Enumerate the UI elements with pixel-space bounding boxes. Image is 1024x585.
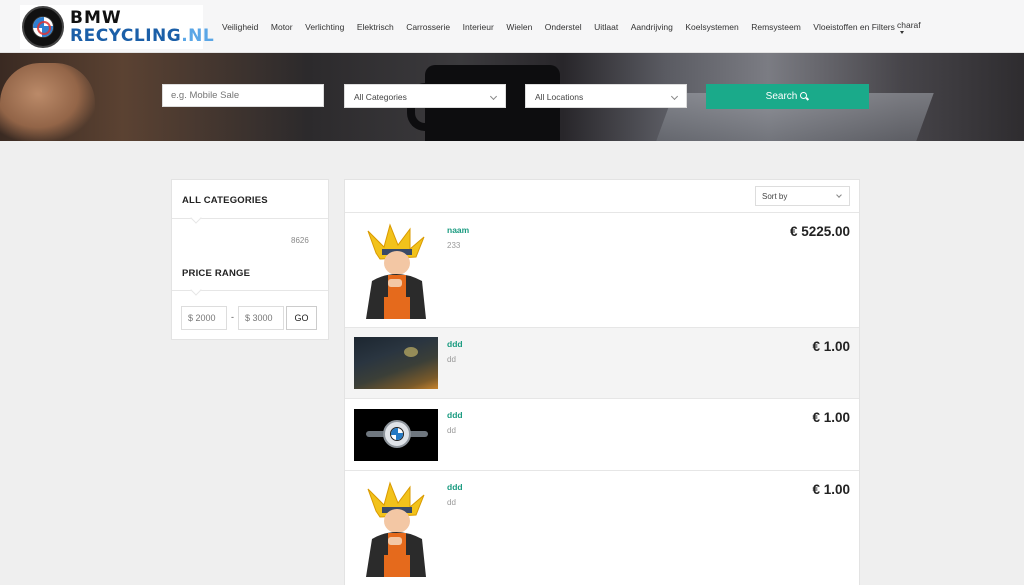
nav-item-koelsystemen[interactable]: Koelsystemen <box>685 22 738 32</box>
listing-item[interactable]: ddd dd € 1.00 <box>345 328 859 398</box>
nav-item-vloeistoffen[interactable]: Vloeistoffen en Filters <box>813 22 895 32</box>
nav-item-veiligheid[interactable]: Veiligheid <box>222 22 258 32</box>
user-menu[interactable]: charaf <box>897 20 921 34</box>
listing-price: € 5225.00 <box>789 224 850 239</box>
listing-subtitle: dd <box>447 426 456 435</box>
sort-select[interactable]: Sort by <box>755 186 850 206</box>
location-select-value: All Locations <box>535 92 584 102</box>
nav-item-uitlaat[interactable]: Uitlaat <box>594 22 618 32</box>
filter-sidebar: ALL CATEGORIES 8626 PRICE RANGE $ 2000 -… <box>171 179 329 340</box>
search-icon <box>800 92 809 101</box>
location-select[interactable]: All Locations <box>525 84 687 108</box>
nav-item-interieur[interactable]: Interieur <box>463 22 494 32</box>
search-button-label: Search <box>765 91 798 102</box>
nav-item-verlichting[interactable]: Verlichting <box>305 22 344 32</box>
top-navbar: BMW RECYCLING.NL Veiligheid Motor Verlic… <box>0 0 1024 53</box>
logo-text-recycling: RECYCLING.NL <box>70 26 215 46</box>
hero-hand-image <box>0 63 95 141</box>
listing-item[interactable]: naam 233 € 5225.00 <box>345 213 859 327</box>
bmw-roundel-icon <box>22 6 64 48</box>
listing-image[interactable] <box>354 337 438 389</box>
price-min-input[interactable]: $ 2000 <box>181 306 227 330</box>
search-input[interactable] <box>162 84 324 107</box>
price-separator: - <box>231 312 234 322</box>
hero-banner <box>0 53 1024 141</box>
nav-item-motor[interactable]: Motor <box>271 22 293 32</box>
chevron-down-icon <box>836 192 842 198</box>
caret-down-icon <box>900 31 904 34</box>
nav-item-remsysteem[interactable]: Remsysteem <box>751 22 801 32</box>
chevron-down-icon <box>670 92 679 101</box>
listing-panel: Sort by naam 233 € 5225.00 ddd dd € 1.00 <box>344 179 860 585</box>
nav-item-onderstel[interactable]: Onderstel <box>545 22 582 32</box>
listing-price: € 1.00 <box>812 410 850 425</box>
site-logo[interactable]: BMW RECYCLING.NL <box>20 5 214 49</box>
nav-item-carrosserie[interactable]: Carrosserie <box>406 22 450 32</box>
chevron-down-icon <box>489 92 498 101</box>
categories-heading: ALL CATEGORIES <box>182 195 268 206</box>
sort-select-label: Sort by <box>762 192 788 201</box>
listing-subtitle: dd <box>447 498 456 507</box>
listing-title[interactable]: ddd <box>447 339 463 349</box>
listing-subtitle: dd <box>447 355 456 364</box>
price-range-heading: PRICE RANGE <box>182 268 251 279</box>
listing-item[interactable]: ddd dd € 1.00 <box>345 471 859 585</box>
divider-notch <box>190 284 202 296</box>
category-count[interactable]: 8626 <box>291 236 309 245</box>
listing-price: € 1.00 <box>812 482 850 497</box>
category-select-value: All Categories <box>354 92 407 102</box>
nav-item-aandrijving[interactable]: Aandrijving <box>631 22 673 32</box>
listing-image[interactable] <box>354 223 438 319</box>
listing-subtitle: 233 <box>447 241 461 250</box>
listing-image[interactable] <box>354 481 438 577</box>
listing-image[interactable] <box>354 409 438 461</box>
divider-notch <box>190 212 202 224</box>
main-nav: Veiligheid Motor Verlichting Elektrisch … <box>222 22 907 32</box>
listing-price: € 1.00 <box>812 339 850 354</box>
price-max-input[interactable]: $ 3000 <box>238 306 284 330</box>
search-button[interactable]: Search <box>706 84 869 109</box>
user-name: charaf <box>897 20 921 30</box>
category-select[interactable]: All Categories <box>344 84 506 108</box>
listing-item[interactable]: ddd dd € 1.00 <box>345 399 859 470</box>
listing-title[interactable]: ddd <box>447 410 463 420</box>
nav-item-wielen[interactable]: Wielen <box>506 22 532 32</box>
listing-title[interactable]: ddd <box>447 482 463 492</box>
price-go-button[interactable]: GO <box>286 306 317 330</box>
listing-title[interactable]: naam <box>447 225 469 235</box>
nav-item-elektrisch[interactable]: Elektrisch <box>357 22 394 32</box>
logo-text-bmw: BMW <box>70 8 122 28</box>
